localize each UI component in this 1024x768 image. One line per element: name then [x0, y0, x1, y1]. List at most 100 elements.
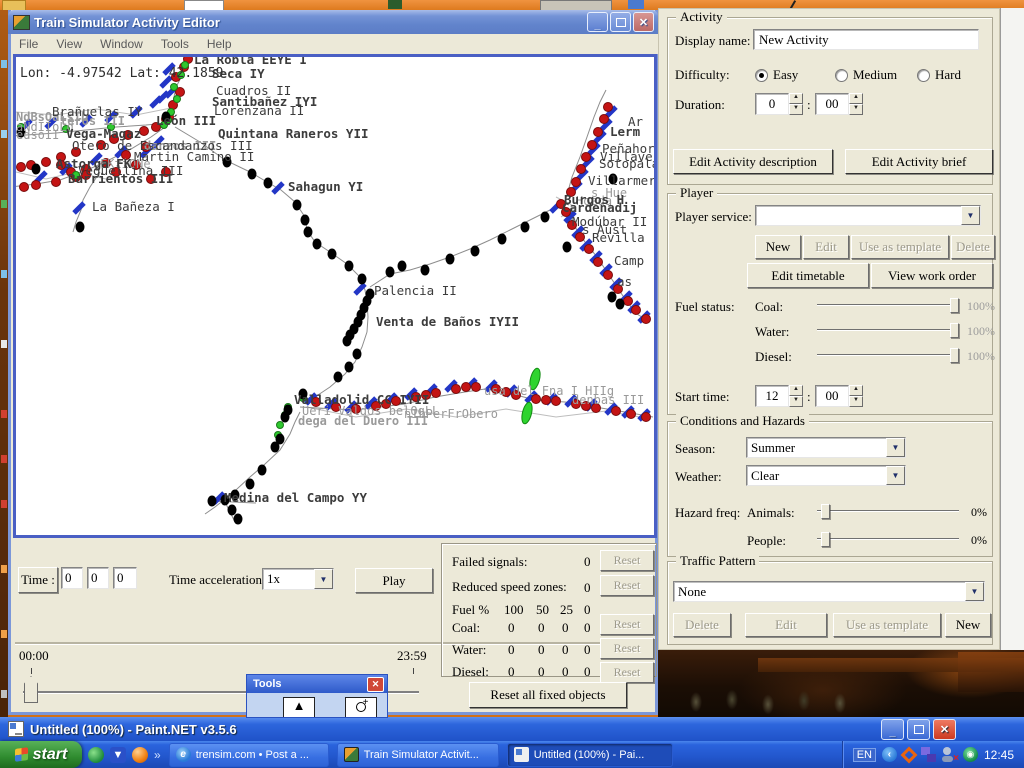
fuel-status-label: Fuel status: — [675, 299, 735, 315]
chevron-down-icon[interactable]: ▼ — [314, 569, 333, 589]
duration-hours-spinner[interactable]: 0 ▲▼ — [755, 93, 803, 115]
paintnet-title-bar[interactable]: Untitled (100%) - Paint.NET v3.5.6 _ ✕ — [0, 717, 1024, 741]
timeline-thumb[interactable] — [24, 676, 38, 703]
weather-select[interactable]: Clear▼ — [746, 465, 906, 486]
station-label: as — [617, 274, 632, 289]
route-node-dot — [521, 222, 530, 233]
language-indicator[interactable]: EN — [853, 748, 876, 762]
traffic-pattern-select[interactable]: None▼ — [673, 581, 985, 602]
time-acceleration-select[interactable]: 1x▼ — [262, 568, 334, 590]
reset-water-button[interactable]: Reset — [600, 638, 654, 659]
start-minutes-spinner[interactable]: 00 ▲▼ — [815, 385, 863, 407]
reset-failed-signals-button[interactable]: Reset — [600, 550, 654, 571]
menu-help[interactable]: Help — [207, 37, 232, 51]
service-delete-button[interactable]: Delete — [951, 235, 995, 259]
tray-green-swirl-icon[interactable]: ◉ — [963, 747, 978, 762]
display-name-field[interactable]: New Activity — [753, 29, 979, 50]
route-node-dot — [343, 336, 352, 347]
water-percent: 100% — [967, 324, 995, 339]
time-seconds-field[interactable]: 0 — [113, 567, 137, 589]
zoom-in-tool-button[interactable]: + — [345, 697, 377, 718]
menu-view[interactable]: View — [56, 37, 82, 51]
service-edit-button[interactable]: Edit — [803, 235, 849, 259]
reset-all-fixed-objects-button[interactable]: Reset all fixed objects — [469, 682, 627, 708]
signal-marker — [594, 128, 603, 137]
traffic-edit-button[interactable]: Edit — [745, 613, 827, 637]
start-hours-spinner[interactable]: 12 ▲▼ — [755, 385, 803, 407]
water-slider[interactable] — [817, 323, 959, 337]
spinner-arrows-icon[interactable]: ▲▼ — [789, 93, 803, 115]
service-new-button[interactable]: New — [755, 235, 801, 259]
paintnet-maximize-button[interactable] — [907, 719, 930, 740]
service-use-as-template-button[interactable]: Use as template — [851, 235, 949, 259]
tray-app-icon-orange[interactable] — [900, 746, 917, 763]
people-slider[interactable] — [817, 532, 959, 546]
signal-marker — [17, 163, 26, 172]
reset-diesel-button[interactable]: Reset — [600, 662, 654, 683]
tray-messenger-offline-icon[interactable]: × — [942, 747, 957, 762]
coal-v2: 0 — [538, 620, 545, 636]
spinner-arrows-icon[interactable]: ▲▼ — [789, 385, 803, 407]
minimize-button[interactable]: _ — [587, 12, 608, 32]
task-train-simulator-button[interactable]: Train Simulator Activit... — [337, 743, 499, 767]
tray-chevron-icon[interactable]: ‹ — [882, 747, 897, 762]
player-service-label: Player service: — [675, 209, 752, 225]
close-button[interactable]: ✕ — [633, 12, 654, 32]
spinner-arrows-icon[interactable]: ▲▼ — [849, 93, 863, 115]
time-hours-field[interactable]: 0 — [61, 567, 83, 589]
signal-marker — [577, 165, 586, 174]
task-paintnet-button[interactable]: Untitled (100%) - Pai... — [507, 743, 673, 767]
spinner-arrows-icon[interactable]: ▲▼ — [849, 385, 863, 407]
paintnet-minimize-button[interactable]: _ — [881, 719, 904, 740]
route-map[interactable]: NdBsOaLsIbaNdIIoLdedsoIIteros IIIdanzos … — [13, 54, 657, 538]
tools-title-bar[interactable]: Tools ✕ — [247, 675, 387, 693]
chevron-down-icon[interactable]: ▼ — [886, 466, 905, 485]
animals-slider[interactable] — [817, 504, 959, 518]
task-trensim-button[interactable]: e trensim.com • Post a ... — [169, 743, 329, 767]
time-minutes-field[interactable]: 0 — [87, 567, 109, 589]
view-work-order-button[interactable]: View work order — [871, 263, 993, 288]
chevron-down-icon[interactable]: ▼ — [886, 438, 905, 457]
start-button[interactable]: start — [0, 741, 82, 768]
chevron-down-icon[interactable]: ▼ — [961, 206, 980, 225]
quicklaunch-download-icon[interactable]: ▼ — [110, 747, 126, 763]
maximize-button[interactable] — [610, 12, 631, 32]
station-label: Revilla — [592, 230, 645, 245]
play-button[interactable]: Play — [355, 568, 433, 593]
route-node-dot — [563, 242, 572, 253]
player-service-select[interactable]: ▼ — [755, 205, 981, 226]
tray-clock[interactable]: 12:45 — [984, 748, 1014, 762]
difficulty-easy-radio[interactable]: Easy — [755, 67, 798, 83]
quicklaunch-bitcomet-icon[interactable] — [88, 747, 104, 763]
traffic-delete-button[interactable]: Delete — [673, 613, 731, 637]
paintnet-close-button[interactable]: ✕ — [933, 719, 956, 740]
traffic-new-button[interactable]: New — [945, 613, 991, 637]
signal-marker — [642, 315, 651, 324]
title-bar[interactable]: Train Simulator Activity Editor _ ✕ — [8, 10, 658, 34]
reset-coal-button[interactable]: Reset — [600, 614, 654, 635]
timeline-tick-right — [413, 668, 414, 674]
menu-file[interactable]: File — [19, 37, 38, 51]
traffic-use-as-template-button[interactable]: Use as template — [833, 613, 941, 637]
quicklaunch-orange-ball-icon[interactable] — [132, 747, 148, 763]
edit-timetable-button[interactable]: Edit timetable — [747, 263, 869, 288]
quicklaunch-overflow-chevron[interactable]: » — [154, 748, 161, 762]
timeline-tick-left — [31, 668, 32, 674]
route-node-dot — [304, 227, 313, 238]
menu-tools[interactable]: Tools — [161, 37, 189, 51]
duration-minutes-spinner[interactable]: 00 ▲▼ — [815, 93, 863, 115]
tools-close-button[interactable]: ✕ — [367, 677, 384, 692]
edit-activity-description-button[interactable]: Edit Activity description — [673, 149, 833, 174]
chevron-down-icon[interactable]: ▼ — [965, 582, 984, 601]
difficulty-medium-radio[interactable]: Medium — [835, 67, 897, 83]
coal-slider[interactable] — [817, 298, 959, 312]
menu-window[interactable]: Window — [100, 37, 143, 51]
difficulty-hard-radio[interactable]: Hard — [917, 67, 961, 83]
place-marker-tool-button[interactable]: ▲ — [283, 697, 315, 718]
season-select[interactable]: Summer▼ — [746, 437, 906, 458]
tray-network-icon[interactable] — [921, 747, 936, 762]
reset-reduced-speed-button[interactable]: Reset — [600, 575, 654, 596]
route-node-dot — [208, 496, 217, 507]
edit-activity-brief-button[interactable]: Edit Activity brief — [845, 149, 993, 174]
diesel-slider[interactable] — [817, 348, 959, 362]
